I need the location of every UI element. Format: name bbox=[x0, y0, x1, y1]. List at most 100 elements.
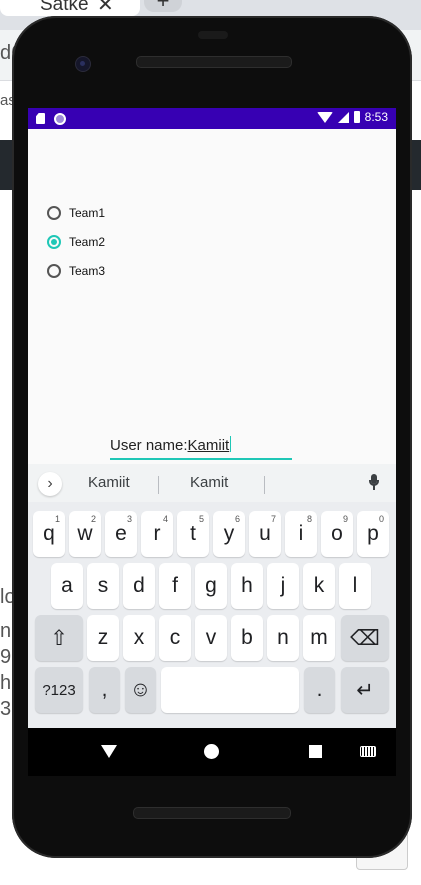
key-f[interactable]: f bbox=[159, 563, 191, 609]
status-bar: 8:53 bbox=[28, 108, 396, 129]
key-g[interactable]: g bbox=[195, 563, 227, 609]
key-a[interactable]: a bbox=[51, 563, 83, 609]
backspace-key[interactable]: ⌫ bbox=[341, 615, 389, 661]
radio-option-team2[interactable]: Team2 bbox=[47, 235, 105, 249]
key-h[interactable]: h bbox=[231, 563, 263, 609]
key-m[interactable]: m bbox=[303, 615, 335, 661]
enter-key[interactable]: ↵ bbox=[341, 667, 389, 713]
radio-label: Team3 bbox=[69, 264, 106, 278]
radio-label: Team2 bbox=[69, 235, 106, 249]
recent-apps-icon[interactable] bbox=[309, 745, 322, 758]
close-tab-icon[interactable]: ✕ bbox=[97, 0, 114, 17]
key-hint: 8 bbox=[306, 514, 312, 524]
key-label: c bbox=[169, 626, 181, 649]
back-icon[interactable] bbox=[101, 745, 117, 758]
front-camera-icon bbox=[75, 56, 91, 72]
radio-button-icon[interactable] bbox=[47, 264, 61, 278]
keyboard-switch-icon[interactable] bbox=[360, 746, 376, 757]
key-u[interactable]: u7 bbox=[249, 511, 281, 557]
sd-card-icon bbox=[36, 113, 45, 124]
username-value: Kamiit bbox=[187, 437, 230, 454]
key-hint: 1 bbox=[54, 514, 60, 524]
key-l[interactable]: l bbox=[339, 563, 371, 609]
battery-icon bbox=[353, 111, 360, 123]
space-key[interactable] bbox=[161, 667, 299, 713]
key-b[interactable]: b bbox=[231, 615, 263, 661]
home-icon[interactable] bbox=[204, 744, 219, 759]
key-label: z bbox=[97, 626, 109, 649]
key-label: e bbox=[115, 522, 127, 545]
key-label: l bbox=[352, 574, 358, 597]
key-t[interactable]: t5 bbox=[177, 511, 209, 557]
radio-option-team1[interactable]: Team1 bbox=[47, 206, 105, 220]
phone-bottom-speaker bbox=[133, 807, 291, 819]
username-field[interactable]: User name:Kamiit bbox=[110, 436, 292, 460]
key-p[interactable]: p0 bbox=[357, 511, 389, 557]
comma-key[interactable]: , bbox=[89, 667, 120, 713]
microphone-icon[interactable] bbox=[369, 474, 379, 490]
key-label: t bbox=[190, 522, 196, 545]
key-i[interactable]: i8 bbox=[285, 511, 317, 557]
key-hint: 0 bbox=[378, 514, 384, 524]
key-z[interactable]: z bbox=[87, 615, 119, 661]
phone-earpiece bbox=[136, 56, 292, 68]
key-label: s bbox=[97, 574, 109, 597]
radio-button-icon[interactable] bbox=[47, 206, 61, 220]
key-r[interactable]: r4 bbox=[141, 511, 173, 557]
key-label: r bbox=[153, 522, 161, 545]
navigation-bar bbox=[28, 728, 396, 776]
wifi-icon bbox=[316, 111, 333, 123]
radio-option-team3[interactable]: Team3 bbox=[47, 264, 105, 278]
key-label: b bbox=[241, 626, 253, 649]
status-time: 8:53 bbox=[364, 110, 388, 124]
phone-screen: 8:53 Team1 Team2 Team3 User name:Kamiit … bbox=[28, 108, 396, 776]
key-label: h bbox=[241, 574, 253, 597]
key-label: q bbox=[43, 522, 55, 545]
suggestion-1[interactable]: Kamiit bbox=[88, 474, 130, 491]
key-label: y bbox=[223, 522, 235, 545]
soft-keyboard: › Kamiit Kamit ⇧ ⌫ ?123 , ☺ . ↵ q1w2e3r4… bbox=[28, 464, 396, 728]
background-text: h bbox=[0, 672, 12, 694]
key-n[interactable]: n bbox=[267, 615, 299, 661]
key-x[interactable]: x bbox=[123, 615, 155, 661]
new-tab-button[interactable]: + bbox=[144, 0, 182, 12]
key-hint: 6 bbox=[234, 514, 240, 524]
key-hint: 9 bbox=[342, 514, 348, 524]
key-q[interactable]: q1 bbox=[33, 511, 65, 557]
key-hint: 2 bbox=[90, 514, 96, 524]
key-hint: 7 bbox=[270, 514, 276, 524]
background-text: 3 bbox=[0, 698, 12, 720]
browser-tab[interactable]: Satke ✕ bbox=[0, 0, 140, 16]
radio-label: Team1 bbox=[69, 206, 106, 220]
background-text: n bbox=[0, 620, 12, 642]
key-label: m bbox=[310, 626, 328, 649]
key-label: v bbox=[205, 626, 217, 649]
key-label: g bbox=[205, 574, 217, 597]
key-c[interactable]: c bbox=[159, 615, 191, 661]
period-key[interactable]: . bbox=[304, 667, 335, 713]
browser-tab-title: Satke bbox=[40, 0, 89, 15]
key-w[interactable]: w2 bbox=[69, 511, 101, 557]
username-label: User name: bbox=[110, 437, 188, 454]
key-label: o bbox=[331, 522, 343, 545]
suggestion-2[interactable]: Kamit bbox=[190, 474, 228, 491]
key-label: i bbox=[298, 522, 304, 545]
key-hint: 4 bbox=[162, 514, 168, 524]
expand-toolbar-button[interactable]: › bbox=[38, 472, 62, 496]
key-e[interactable]: e3 bbox=[105, 511, 137, 557]
shift-key[interactable]: ⇧ bbox=[35, 615, 83, 661]
key-s[interactable]: s bbox=[87, 563, 119, 609]
key-v[interactable]: v bbox=[195, 615, 227, 661]
emoji-key[interactable]: ☺ bbox=[125, 667, 156, 713]
key-label: k bbox=[313, 574, 325, 597]
key-y[interactable]: y6 bbox=[213, 511, 245, 557]
phone-sensor bbox=[198, 31, 228, 39]
key-o[interactable]: o9 bbox=[321, 511, 353, 557]
key-label: a bbox=[61, 574, 73, 597]
radio-button-checked-icon[interactable] bbox=[47, 235, 61, 249]
key-k[interactable]: k bbox=[303, 563, 335, 609]
key-d[interactable]: d bbox=[123, 563, 155, 609]
key-j[interactable]: j bbox=[267, 563, 299, 609]
symbols-key[interactable]: ?123 bbox=[35, 667, 83, 713]
key-label: j bbox=[280, 574, 286, 597]
